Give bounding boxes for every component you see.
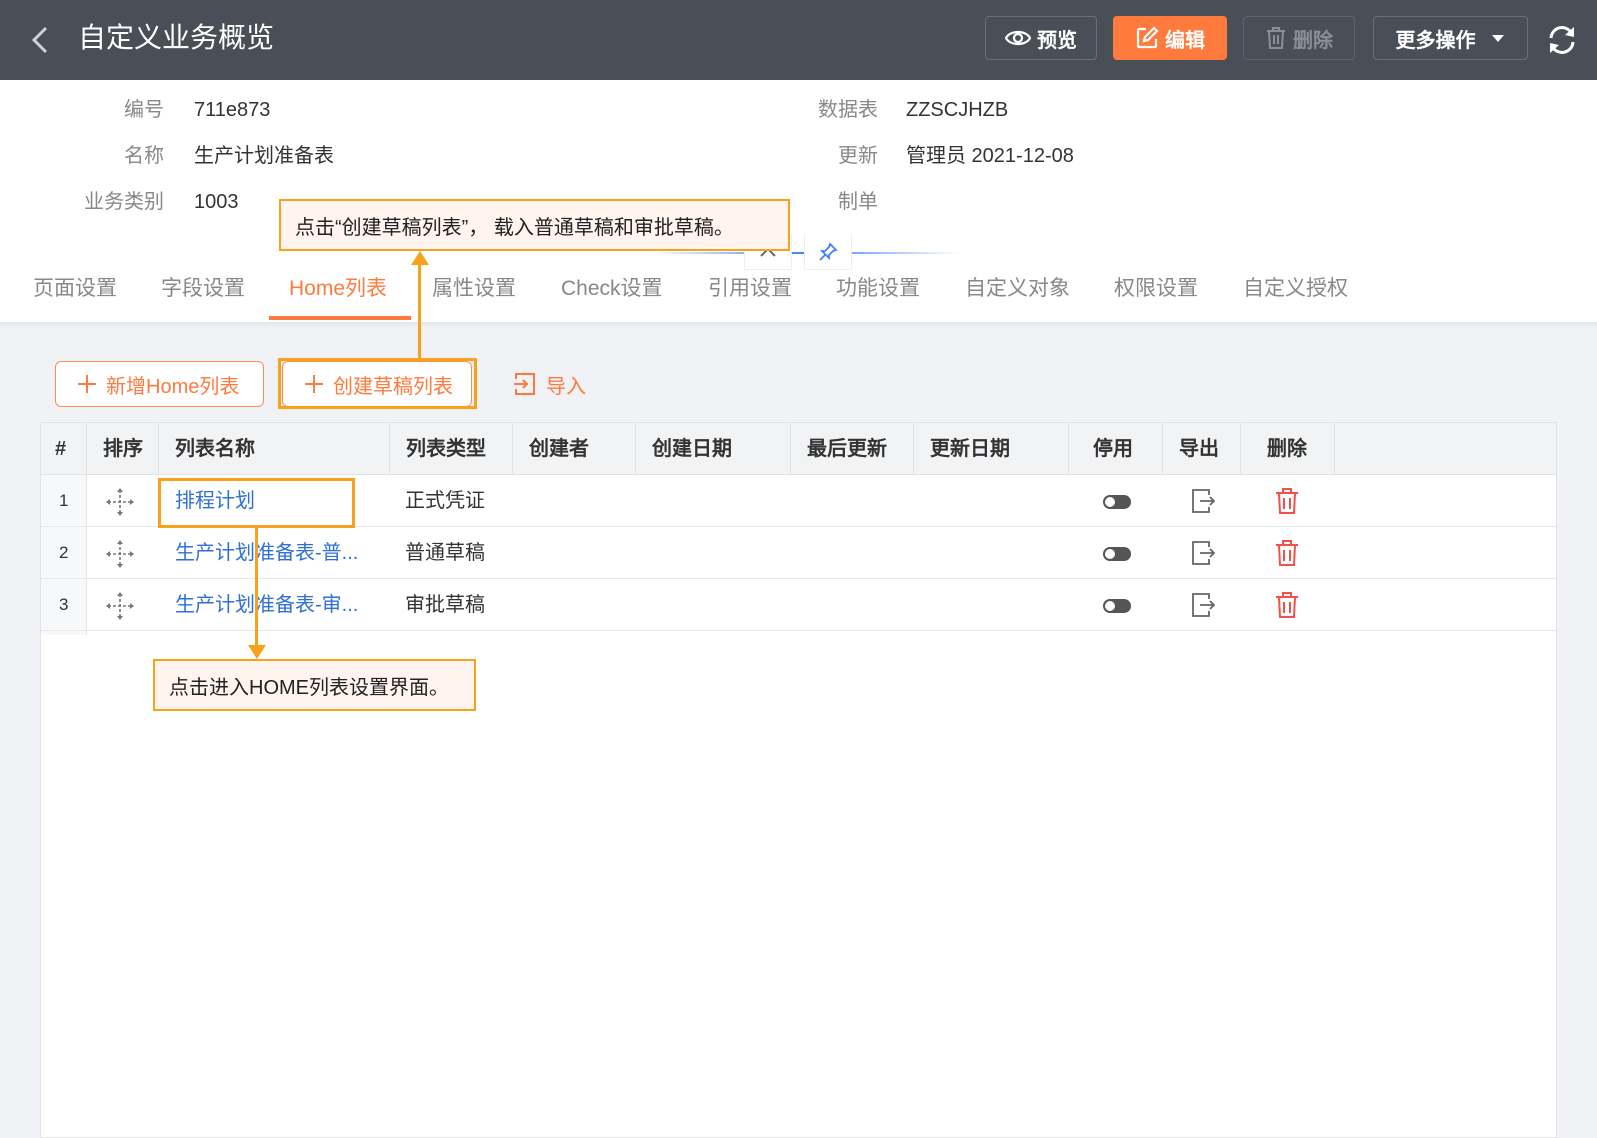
more-actions-dropdown[interactable]: 更多操作: [1373, 16, 1528, 60]
more-label: 更多操作: [1395, 29, 1476, 52]
arrow-up-icon: [411, 251, 429, 265]
home-tip-arrow: [255, 528, 258, 648]
tab-attribute-settings[interactable]: 属性设置: [432, 270, 516, 324]
col-list-type: 列表类型: [390, 423, 513, 475]
category-label: 业务类别: [84, 191, 164, 213]
code-label: 编号: [124, 99, 164, 121]
tab-bar: 页面设置 字段设置 Home列表 属性设置 Check设置 引用设置 功能设置 …: [0, 270, 1597, 324]
list-name-link[interactable]: 生产计划准备表-审...: [175, 579, 385, 631]
arrow-down-icon: [248, 645, 266, 659]
disable-toggle[interactable]: [1103, 599, 1131, 613]
add-home-list-label: 新增Home列表: [106, 375, 240, 398]
draft-tip-callout: 点击“创建草稿列表”， 载入普通草稿和审批草稿。: [279, 199, 790, 251]
tab-field-settings[interactable]: 字段设置: [161, 270, 245, 324]
table-row: 3 生产计划准备表-审... 审批草稿: [41, 579, 1556, 631]
active-tab-indicator: [269, 316, 411, 320]
pin-icon: [819, 241, 838, 261]
pin-button[interactable]: [804, 234, 852, 270]
edit-button[interactable]: 编辑: [1113, 16, 1227, 60]
home-link-highlight: [158, 478, 355, 528]
plus-icon: [78, 375, 96, 393]
list-name-link[interactable]: 生产计划准备表-普...: [175, 527, 385, 579]
import-label: 导入: [546, 375, 586, 398]
code-value: 711e873: [194, 99, 271, 121]
col-list-name: 列表名称: [159, 423, 390, 475]
delete-row-icon[interactable]: [1274, 538, 1300, 568]
back-icon[interactable]: [26, 20, 58, 60]
row-index: 2: [59, 543, 69, 562]
drag-handle-icon[interactable]: [105, 591, 135, 621]
tab-check-settings[interactable]: Check设置: [561, 270, 663, 324]
edit-label: 编辑: [1165, 29, 1205, 52]
col-delete: 删除: [1241, 423, 1335, 475]
tab-custom-authorization[interactable]: 自定义授权: [1243, 270, 1348, 324]
row-index: 3: [59, 595, 69, 614]
delete-row-icon[interactable]: [1274, 486, 1300, 516]
disable-toggle[interactable]: [1103, 495, 1131, 509]
list-type: 普通草稿: [405, 542, 485, 564]
delete-row-icon[interactable]: [1274, 590, 1300, 620]
col-update-date: 更新日期: [914, 423, 1069, 475]
export-icon[interactable]: [1189, 591, 1217, 619]
update-label: 更新: [838, 145, 878, 167]
delete-button[interactable]: 删除: [1243, 16, 1355, 60]
name-value: 生产计划准备表: [194, 145, 334, 167]
disable-toggle[interactable]: [1103, 547, 1131, 561]
edit-icon: [1136, 26, 1159, 49]
preview-label: 预览: [1037, 29, 1077, 52]
tab-permission-settings[interactable]: 权限设置: [1114, 270, 1198, 324]
col-creator: 创建者: [513, 423, 636, 475]
tab-page-settings[interactable]: 页面设置: [33, 270, 117, 324]
eye-icon: [1005, 30, 1031, 46]
col-sort: 排序: [87, 423, 159, 475]
table-row: 2 生产计划准备表-普... 普通草稿: [41, 527, 1556, 579]
export-icon[interactable]: [1189, 539, 1217, 567]
tab-custom-object[interactable]: 自定义对象: [965, 270, 1070, 324]
tab-reference-settings[interactable]: 引用设置: [708, 270, 792, 324]
caret-down-icon: [1491, 35, 1504, 42]
datatable-value: ZZSCJHZB: [906, 99, 1009, 121]
col-index: #: [41, 423, 87, 475]
tab-function-settings[interactable]: 功能设置: [836, 270, 920, 324]
drag-handle-icon[interactable]: [105, 487, 135, 517]
page-title: 自定义业务概览: [78, 22, 275, 53]
delete-label: 删除: [1293, 29, 1333, 52]
home-tip-callout: 点击进入HOME列表设置界面。: [153, 659, 476, 711]
table-header: # 排序 列表名称 列表类型 创建者 创建日期 最后更新 更新日期 停用 导出 …: [41, 423, 1556, 475]
col-create-date: 创建日期: [636, 423, 791, 475]
update-value: 管理员 2021-12-08: [906, 145, 1074, 167]
export-icon[interactable]: [1189, 487, 1217, 515]
list-type: 正式凭证: [405, 490, 485, 512]
add-home-list-button[interactable]: 新增Home列表: [55, 361, 264, 407]
datatable-label: 数据表: [818, 99, 878, 121]
import-button[interactable]: 导入: [508, 361, 608, 407]
category-value: 1003: [194, 191, 239, 213]
draft-tip-arrow: [418, 262, 421, 359]
list-type: 审批草稿: [405, 594, 485, 616]
refresh-icon[interactable]: [1544, 22, 1580, 58]
home-list-table: # 排序 列表名称 列表类型 创建者 创建日期 最后更新 更新日期 停用 导出 …: [40, 422, 1557, 1138]
import-icon: [514, 373, 535, 395]
preview-button[interactable]: 预览: [985, 16, 1097, 60]
row-index: 1: [59, 491, 69, 510]
draft-button-highlight: [278, 358, 477, 409]
col-disable: 停用: [1069, 423, 1163, 475]
col-last-update: 最后更新: [791, 423, 914, 475]
drag-handle-icon[interactable]: [105, 539, 135, 569]
name-label: 名称: [124, 145, 164, 167]
col-export: 导出: [1163, 423, 1241, 475]
top-bar: 自定义业务概览 预览 编辑 删除 更多操作: [0, 0, 1597, 80]
trash-icon: [1267, 27, 1285, 49]
tabs-shadow: [0, 322, 1597, 328]
